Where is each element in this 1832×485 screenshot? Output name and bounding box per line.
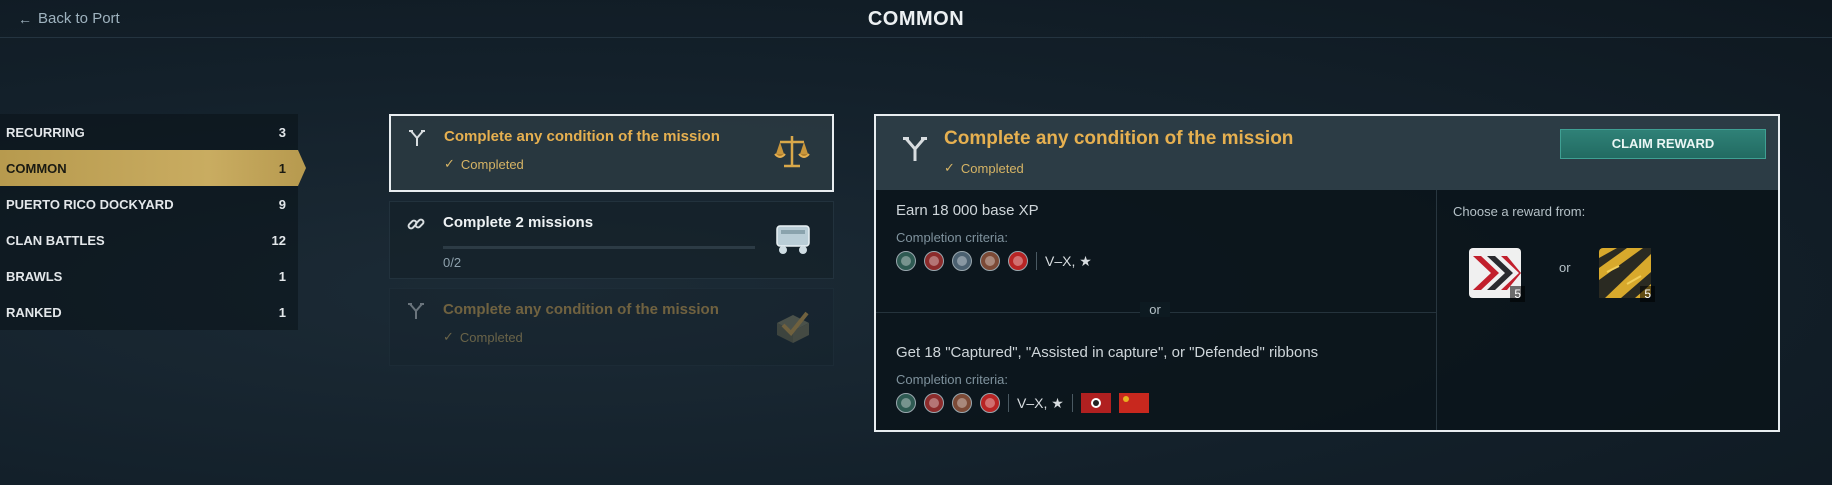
nation-icon — [924, 393, 944, 413]
criteria-row: V–X, ★ — [896, 393, 1149, 413]
sidebar-item-count: 1 — [278, 160, 286, 176]
tier-range: V–X, ★ — [1045, 252, 1092, 269]
container-icon — [776, 225, 810, 254]
mission-progress-text: 0/2 — [443, 255, 462, 270]
link-icon — [407, 218, 425, 230]
sidebar-item-puerto-rico-dockyard[interactable]: PUERTO RICO DOCKYARD 9 — [0, 186, 298, 222]
criteria-label: Completion criteria: — [896, 372, 1008, 387]
nation-icon — [924, 251, 944, 271]
sidebar-item-count: 3 — [278, 124, 286, 140]
choose-reward-label: Choose a reward from: — [1453, 204, 1586, 219]
nation-icon — [896, 251, 916, 271]
reward-count: 5 — [1640, 286, 1655, 302]
conditions-section: Earn 18 000 base XP Completion criteria:… — [876, 190, 1436, 430]
flag-icon — [1080, 393, 1111, 413]
detail-status: ✓ Completed — [944, 160, 1024, 176]
sidebar-item-label: RECURRING — [6, 124, 85, 140]
mission-card[interactable]: Complete 2 missions 0/2 — [389, 201, 834, 279]
mission-status: ✓ Completed — [443, 329, 523, 345]
mission-card[interactable]: Complete any condition of the mission ✓ … — [389, 288, 834, 366]
sidebar-item-brawls[interactable]: BRAWLS 1 — [0, 258, 298, 294]
nation-icon — [896, 393, 916, 413]
condition-title: Get 18 "Captured", "Assisted in capture"… — [896, 344, 1319, 361]
branch-icon — [409, 130, 425, 146]
sidebar-item-count: 1 — [278, 304, 286, 320]
detail-header: Complete any condition of the mission ✓ … — [876, 116, 1778, 190]
category-sidebar: RECURRING 3 COMMON 1 PUERTO RICO DOCKYAR… — [0, 114, 306, 330]
or-separator: or — [1140, 302, 1170, 317]
mission-card[interactable]: Complete any condition of the mission ✓ … — [389, 114, 834, 192]
sidebar-item-recurring[interactable]: RECURRING 3 — [0, 114, 298, 150]
nation-icon — [952, 251, 972, 271]
check-icon: ✓ — [944, 160, 955, 175]
sidebar-item-count: 12 — [271, 232, 286, 248]
sidebar-item-label: CLAN BATTLES — [6, 232, 105, 248]
mission-status-label: Completed — [460, 156, 524, 172]
scales-icon — [774, 136, 810, 168]
detail-title: Complete any condition of the mission — [944, 128, 1294, 149]
nation-icon — [980, 393, 1000, 413]
claim-reward-button[interactable]: CLAIM REWARD — [1560, 129, 1766, 159]
detail-status-label: Completed — [960, 160, 1024, 176]
reward-or-separator: or — [1559, 260, 1571, 275]
mission-title: Complete 2 missions — [443, 214, 594, 231]
mission-status: ✓ Completed — [444, 156, 524, 172]
reward-count: 5 — [1510, 286, 1525, 302]
mission-status-label: Completed — [459, 329, 523, 345]
check-crate-icon — [777, 311, 809, 343]
mission-detail-panel: Complete any condition of the mission ✓ … — [874, 114, 1780, 432]
nation-icon — [1008, 251, 1028, 271]
branch-icon — [408, 303, 424, 319]
divider — [1071, 394, 1073, 412]
mission-progress-bar — [443, 246, 755, 249]
criteria-row: V–X, ★ — [896, 251, 1092, 271]
reward-option[interactable]: 5 — [1597, 244, 1655, 302]
sidebar-item-count: 9 — [278, 196, 286, 212]
sidebar-item-label: RANKED — [6, 304, 62, 320]
check-icon: ✓ — [444, 156, 455, 171]
sidebar-item-ranked[interactable]: RANKED 1 — [0, 294, 298, 330]
criteria-label: Completion criteria: — [896, 230, 1008, 245]
sidebar-item-label: PUERTO RICO DOCKYARD — [6, 196, 174, 212]
branch-icon — [903, 137, 927, 161]
sidebar-item-label: COMMON — [6, 160, 67, 176]
mission-title: Complete any condition of the mission — [443, 301, 719, 318]
flag-icon — [1118, 393, 1149, 413]
rewards-section: Choose a reward from: 5 or 5 — [1436, 190, 1778, 430]
sidebar-item-label: BRAWLS — [6, 268, 63, 284]
reward-option[interactable]: 5 — [1467, 244, 1525, 302]
condition-title: Earn 18 000 base XP — [896, 202, 1039, 219]
mission-title: Complete any condition of the mission — [444, 128, 720, 145]
check-icon: ✓ — [443, 329, 454, 344]
divider — [1036, 252, 1037, 270]
top-bar: ← Back to Port COMMON — [0, 0, 1832, 38]
sidebar-item-clan-battles[interactable]: CLAN BATTLES 12 — [0, 222, 298, 258]
nation-icon — [952, 393, 972, 413]
nation-icon — [980, 251, 1000, 271]
tier-range: V–X, ★ — [1017, 394, 1064, 411]
sidebar-item-common[interactable]: COMMON 1 — [0, 150, 306, 186]
page-title: COMMON — [867, 8, 965, 30]
divider — [1008, 394, 1009, 412]
sidebar-item-count: 1 — [278, 268, 286, 284]
